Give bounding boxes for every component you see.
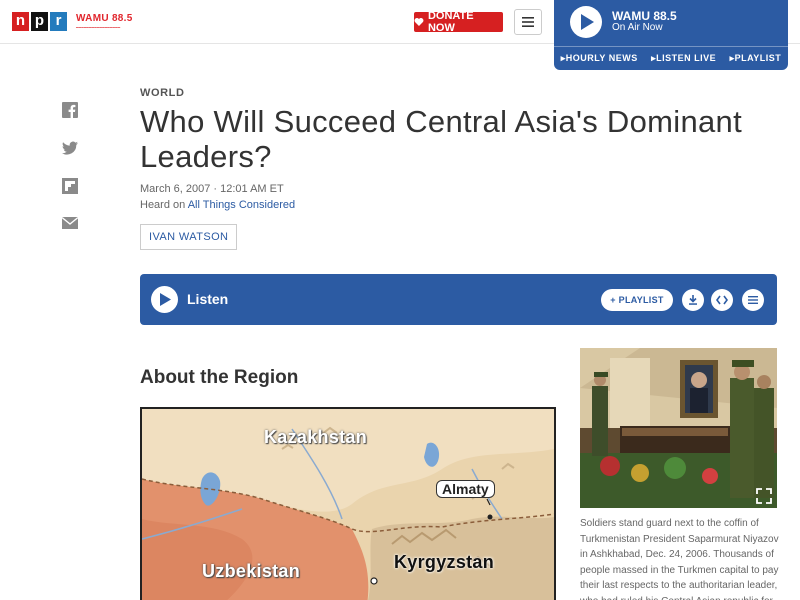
station-logo-name: WAMU 88.5 [76, 13, 133, 24]
tashkent-marker [370, 577, 378, 585]
heard-on-prefix: Heard on [140, 199, 188, 211]
live-play-button[interactable] [570, 6, 602, 38]
donate-button[interactable]: DONATE NOW [414, 10, 503, 34]
photo-caption: Soldiers stand guard next to the coffin … [580, 518, 779, 600]
hamburger-icon [522, 17, 534, 27]
article-title: Who Will Succeed Central Asia's Dominant… [140, 104, 742, 174]
station-logo[interactable]: WAMU 88.5 ━━━━━━━━━━━━━━━━━ [76, 13, 133, 30]
menu-button[interactable] [514, 9, 542, 35]
map-label-kazakhstan: Kazakhstan [264, 427, 368, 447]
region-map[interactable]: Kazakhstan Uzbekistan Kyrgyzstan Almaty [140, 407, 556, 600]
map-label-kyrgyzstan: Kyrgyzstan [394, 552, 495, 572]
audio-player: Listen + PLAYLIST [140, 274, 777, 325]
npr-logo-n: n [12, 12, 29, 31]
embed-icon [716, 295, 728, 305]
play-icon [160, 293, 171, 306]
almaty-marker [487, 514, 493, 520]
donate-label: DONATE NOW [427, 10, 474, 34]
embed-button[interactable] [711, 289, 733, 311]
npr-logo-r: r [50, 12, 67, 31]
twitter-icon[interactable] [62, 140, 78, 156]
download-icon [689, 295, 697, 305]
transcript-icon [748, 296, 758, 304]
flipboard-icon[interactable] [62, 178, 78, 194]
hourly-news-link[interactable]: HOURLY NEWS [561, 53, 638, 64]
npr-logo-p: p [31, 12, 48, 31]
listen-label[interactable]: Listen [187, 291, 228, 307]
live-radio-player: WAMU 88.5 On Air Now HOURLY NEWS LISTEN … [554, 0, 788, 70]
player-station-name: WAMU 88.5 [612, 9, 677, 23]
map-label-almaty: Almaty [436, 480, 495, 498]
facebook-icon[interactable] [62, 102, 78, 118]
section-label[interactable]: WORLD [140, 87, 185, 99]
byline-author[interactable]: IVAN WATSON [140, 224, 238, 250]
player-status: On Air Now [612, 22, 663, 33]
expand-icon[interactable] [756, 488, 772, 504]
download-button[interactable] [682, 289, 704, 311]
email-icon[interactable] [62, 215, 78, 231]
transcript-button[interactable] [742, 289, 764, 311]
add-to-playlist-button[interactable]: + PLAYLIST [601, 289, 673, 311]
program-link[interactable]: All Things Considered [188, 199, 295, 211]
listen-live-link[interactable]: LISTEN LIVE [651, 53, 716, 64]
play-icon [581, 14, 594, 30]
article-meta: March 6, 2007 · 12:01 AM ET Heard on All… [140, 181, 295, 213]
playlist-link[interactable]: PLAYLIST [730, 53, 782, 64]
station-logo-tagline: ━━━━━━━━━━━━━━━━━ [76, 25, 121, 30]
map-label-uzbekistan: Uzbekistan [202, 561, 301, 581]
article-photo[interactable] [580, 348, 777, 508]
article-date: March 6, 2007 · 12:01 AM ET [140, 183, 284, 195]
heard-on: Heard on All Things Considered [140, 197, 295, 213]
region-heading: About the Region [140, 367, 299, 388]
npr-logo[interactable]: n p r [12, 12, 67, 31]
player-links: HOURLY NEWS LISTEN LIVE PLAYLIST [554, 46, 788, 70]
photo-funeral-guards [580, 348, 777, 508]
heart-icon [414, 18, 424, 26]
listen-play-button[interactable] [151, 286, 178, 313]
